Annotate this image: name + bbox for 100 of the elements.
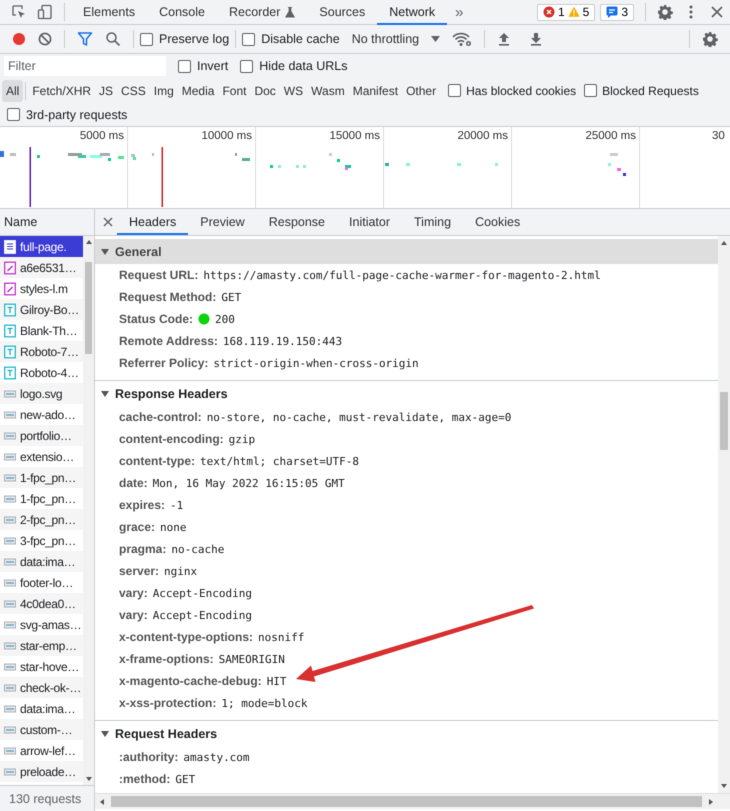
panel-tab[interactable]: Console xyxy=(147,1,217,25)
column-header[interactable]: Name xyxy=(4,215,38,229)
console-counter-button[interactable]: 1 5 xyxy=(536,4,596,20)
warning-count: 5 xyxy=(582,5,590,19)
panel-tab[interactable]: Elements xyxy=(71,1,148,25)
request-row[interactable]: 1-fpc_pn… xyxy=(0,467,83,488)
inspect-icon[interactable] xyxy=(11,4,27,20)
detail-tab[interactable]: Preview xyxy=(188,211,257,235)
type-filter-button[interactable]: Fetch/XHR xyxy=(28,80,96,102)
scrollbar[interactable] xyxy=(83,236,94,785)
request-row[interactable]: full-page. xyxy=(0,236,83,257)
detail-tab[interactable]: Cookies xyxy=(463,211,532,235)
request-row[interactable]: custom-… xyxy=(0,719,83,740)
header-value: no-store, no-cache, must-revalidate, max-age=0 xyxy=(206,410,512,424)
header-name: cache-control: xyxy=(119,410,202,424)
checkbox-label[interactable]: Disable cache xyxy=(261,32,340,46)
settings-icon[interactable] xyxy=(657,4,673,20)
throttling-dropdown[interactable]: No throttling xyxy=(352,32,440,46)
filter-field[interactable]: Filter xyxy=(4,56,166,76)
filter-icon[interactable] xyxy=(77,31,93,47)
type-filter-button[interactable]: WS xyxy=(280,80,308,102)
network-conditions-icon[interactable] xyxy=(452,31,472,47)
checkbox-label[interactable]: Has blocked cookies xyxy=(466,84,576,98)
detail-tab[interactable]: Timing xyxy=(402,211,464,235)
type-filter-button[interactable]: Img xyxy=(150,80,178,102)
download-icon[interactable] xyxy=(529,32,544,46)
header-name: Referrer Policy: xyxy=(119,356,208,370)
checkbox[interactable] xyxy=(448,84,462,97)
time-tick-label: 25000 ms xyxy=(585,130,636,142)
request-row[interactable]: preloade… xyxy=(0,761,83,782)
header-value: GET xyxy=(221,290,242,304)
checkbox-label[interactable]: Invert xyxy=(197,59,228,73)
close-icon[interactable] xyxy=(103,217,113,227)
checkbox[interactable] xyxy=(7,108,20,121)
scrollbar[interactable] xyxy=(718,236,730,793)
section-header[interactable]: Request Headers xyxy=(95,721,718,746)
type-filter-button[interactable]: Media xyxy=(178,80,218,102)
checkbox[interactable] xyxy=(240,60,254,72)
detail-tab[interactable]: Headers xyxy=(117,211,188,235)
close-icon[interactable] xyxy=(709,4,725,20)
checkbox-label[interactable]: Hide data URLs xyxy=(259,59,348,73)
request-row[interactable]: Gilroy-Bo… xyxy=(0,299,83,320)
header-value: SAMEORIGIN xyxy=(218,652,285,666)
record-icon[interactable] xyxy=(12,32,26,46)
type-filter-button[interactable]: Other xyxy=(402,80,440,102)
request-row[interactable]: portfolio… xyxy=(0,425,83,446)
type-filter-button[interactable]: Font xyxy=(218,80,250,102)
request-row[interactable]: check-ok-… xyxy=(0,677,83,698)
header-value: nginx xyxy=(164,564,198,578)
time-tick-label: 15000 ms xyxy=(329,130,380,142)
header-value: nosniff xyxy=(258,630,304,644)
message-icon xyxy=(606,6,618,18)
request-row[interactable]: Roboto-7… xyxy=(0,341,83,362)
section-header[interactable]: Response Headers xyxy=(95,381,718,406)
panel-tab[interactable]: Recorder xyxy=(216,1,308,25)
more-tabs-button[interactable]: » xyxy=(447,4,472,20)
scrollbar[interactable] xyxy=(95,793,730,809)
checkbox-label[interactable]: Preserve log xyxy=(159,32,230,46)
upload-icon[interactable] xyxy=(497,32,512,46)
header-value: https://amasty.com/full-page-cache-warmer-for-magento-2.html xyxy=(203,268,601,282)
header-value: none xyxy=(160,520,187,534)
type-filter-button[interactable]: Doc xyxy=(250,80,280,102)
search-icon[interactable] xyxy=(105,31,121,47)
clear-icon[interactable] xyxy=(38,32,52,46)
scrollbar-thumb[interactable] xyxy=(111,796,702,807)
request-row[interactable]: star-emp… xyxy=(0,635,83,656)
header-value: HIT xyxy=(266,674,287,688)
request-row[interactable]: 4c0dea0… xyxy=(0,593,83,614)
type-filter-button[interactable]: JS xyxy=(95,80,118,102)
request-row[interactable]: 2-fpc_pn… xyxy=(0,509,83,530)
error-icon xyxy=(542,6,555,18)
section-header[interactable]: General xyxy=(95,239,718,264)
caret-icon xyxy=(100,388,110,398)
checkbox[interactable] xyxy=(584,84,598,97)
request-row[interactable]: logo.svg xyxy=(0,383,83,404)
scrollbar-thumb[interactable] xyxy=(720,392,728,450)
header-value: gzip xyxy=(228,432,256,446)
header-name: Request URL: xyxy=(119,268,198,282)
type-filter-button[interactable]: Wasm xyxy=(307,80,349,102)
checkbox[interactable] xyxy=(178,60,191,72)
issues-button[interactable]: 3 xyxy=(600,4,634,20)
header-name: Request Method: xyxy=(119,290,216,304)
settings-icon[interactable] xyxy=(702,31,718,47)
scrollbar-thumb[interactable] xyxy=(85,262,92,354)
checkbox-label[interactable]: 3rd-party requests xyxy=(26,108,128,122)
header-name: :method: xyxy=(119,772,170,786)
checkbox[interactable] xyxy=(140,32,153,46)
type-filter-button[interactable]: Manifest xyxy=(348,80,402,102)
header-name: Remote Address: xyxy=(119,334,218,348)
type-filter-button[interactable]: All xyxy=(2,80,24,102)
detail-tab[interactable]: Initiator xyxy=(337,211,402,235)
checkbox-label[interactable]: Blocked Requests xyxy=(602,84,699,98)
type-filter-button[interactable]: CSS xyxy=(117,80,150,102)
request-row[interactable]: data:ima… xyxy=(0,551,83,572)
panel-tab[interactable]: Sources xyxy=(307,1,378,25)
header-name: pragma: xyxy=(119,542,166,556)
checkbox[interactable] xyxy=(242,32,256,46)
device-icon[interactable] xyxy=(37,4,53,20)
request-row[interactable]: a6e6531… xyxy=(0,257,83,278)
detail-tab[interactable]: Response xyxy=(256,211,338,235)
